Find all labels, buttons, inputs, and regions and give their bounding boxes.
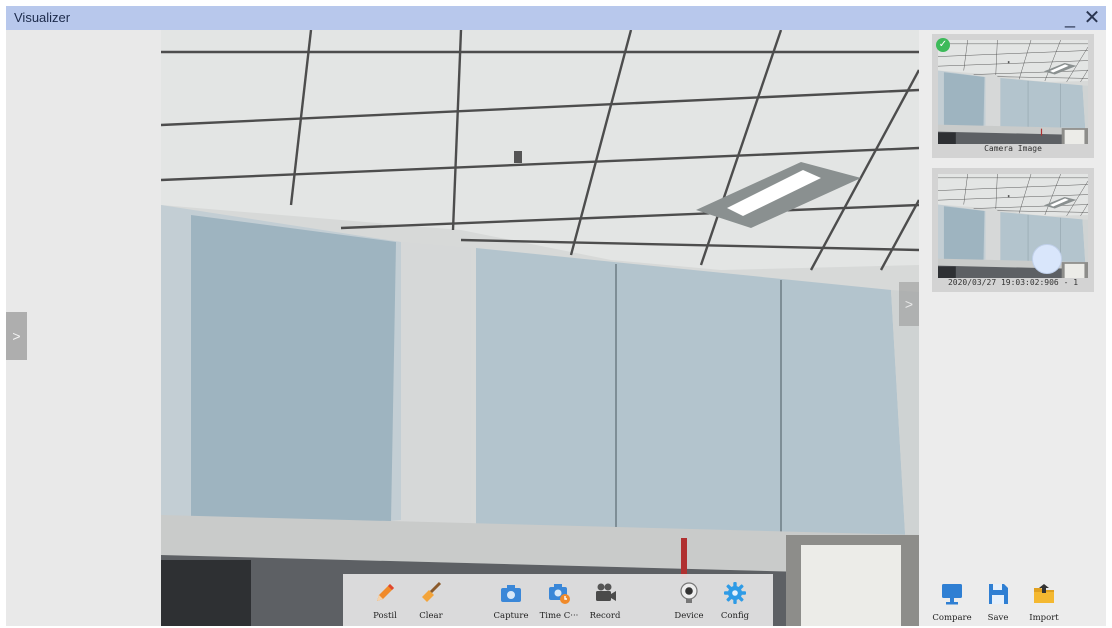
title-bar: Visualizer _ ✕ (6, 6, 1106, 30)
floating-ball[interactable] (1032, 244, 1062, 274)
video-camera-icon (596, 583, 616, 601)
import-label: Import (1029, 613, 1059, 623)
selected-check-icon: ✓ (936, 38, 950, 52)
time-capture-label: Time C··· (539, 611, 579, 621)
camera-icon (501, 585, 521, 602)
close-button[interactable]: ✕ (1082, 6, 1102, 30)
webcam-icon (680, 582, 698, 603)
left-panel: > (6, 30, 161, 626)
import-button[interactable]: Import (1021, 582, 1067, 628)
compare-button[interactable]: Compare (929, 582, 975, 628)
app-title: Visualizer (14, 10, 71, 25)
clear-button[interactable]: Clear (405, 574, 457, 626)
expand-left-panel-button[interactable]: > (6, 312, 27, 360)
capture-button[interactable]: Capture (485, 574, 537, 626)
thumbnail-image (938, 174, 1088, 278)
config-label: Config (720, 611, 750, 621)
time-capture-button[interactable]: Time C··· (533, 574, 585, 626)
timer-camera-icon (549, 584, 570, 604)
gallery-item[interactable]: 2020/03/27 19:03:02:906 - 1 (932, 168, 1094, 292)
monitor-icon (942, 584, 962, 605)
record-label: Record (589, 611, 621, 621)
expand-right-panel-button[interactable]: > (899, 282, 919, 326)
gallery-item[interactable]: ✓ Camera Image (932, 34, 1094, 158)
device-button[interactable]: Device (663, 574, 715, 626)
postil-button[interactable]: Postil (359, 574, 411, 626)
gallery-item-caption: Camera Image (984, 144, 1042, 153)
image-gallery-panel: ✓ Camera Image 2020/03/27 19:03:02:906 -… (919, 30, 1106, 626)
broom-icon (422, 581, 442, 602)
minimize-button[interactable]: _ (1060, 6, 1080, 30)
chevron-right-icon: > (904, 296, 914, 312)
clear-label: Clear (419, 611, 443, 621)
capture-label: Capture (493, 611, 529, 621)
record-button[interactable]: Record (579, 574, 631, 626)
postil-label: Postil (373, 611, 397, 621)
camera-toolbar: Postil Clear Capture Time C··· Record De… (343, 574, 773, 626)
pencil-icon (377, 584, 394, 601)
camera-feed-image (161, 30, 919, 626)
floppy-icon (989, 584, 1008, 604)
chevron-right-icon: > (12, 328, 21, 344)
camera-preview[interactable]: > Postil Clear Capture Time C··· Record … (161, 30, 919, 626)
gallery-item-caption: 2020/03/27 19:03:02:906 - 1 (947, 278, 1079, 287)
device-label: Device (674, 611, 704, 621)
thumbnail-image (938, 40, 1088, 144)
save-button[interactable]: Save (975, 582, 1021, 628)
config-button[interactable]: Config (709, 574, 761, 626)
gear-icon (724, 582, 746, 604)
folder-import-icon (1034, 584, 1054, 603)
